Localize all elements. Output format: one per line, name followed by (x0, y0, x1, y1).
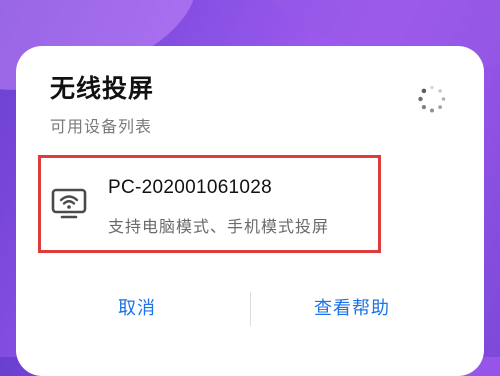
wireless-projection-dialog: 无线投屏 可用设备列表 PC-202001061028 支持电脑模式、手机模式投… (16, 46, 484, 376)
button-divider (250, 292, 251, 326)
wireless-display-icon (51, 188, 87, 219)
dialog-subtitle: 可用设备列表 (50, 117, 153, 136)
device-description: 支持电脑模式、手机模式投屏 (108, 217, 330, 236)
device-name: PC-202001061028 (108, 177, 273, 198)
view-help-button[interactable]: 查看帮助 (314, 294, 390, 320)
spinner-icon (418, 85, 446, 113)
device-list-item[interactable]: PC-202001061028 支持电脑模式、手机模式投屏 (38, 155, 381, 253)
dialog-title: 无线投屏 (50, 74, 155, 103)
cancel-button[interactable]: 取消 (118, 294, 156, 320)
